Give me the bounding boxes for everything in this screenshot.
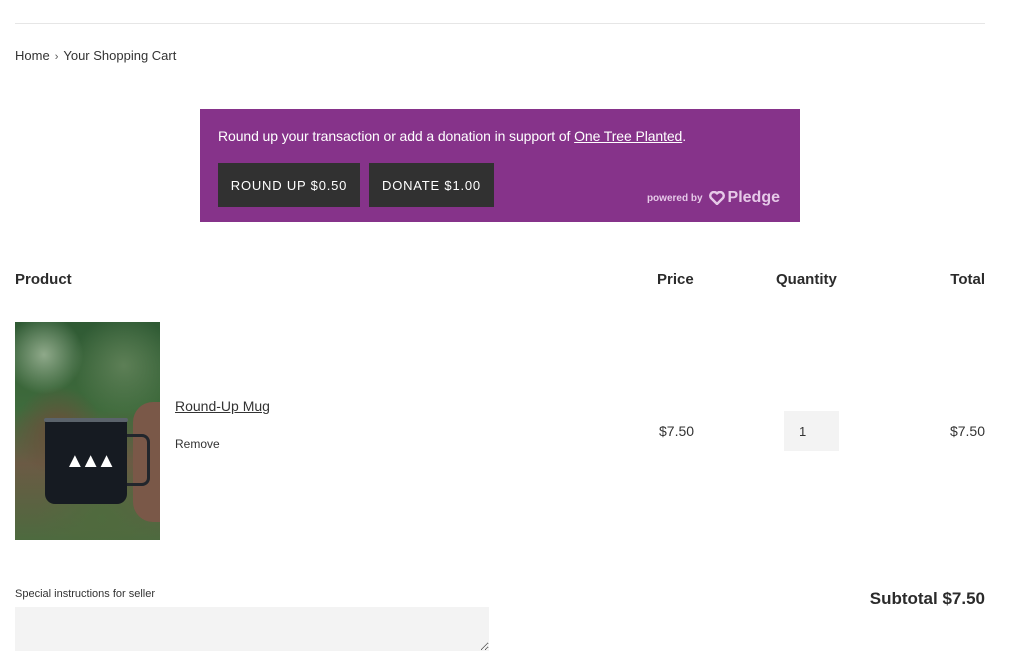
instructions-textarea[interactable]	[15, 607, 489, 651]
pledge-donation-banner: Round up your transaction or add a donat…	[200, 109, 800, 222]
cart-subtotal: Subtotal $7.50	[869, 589, 985, 608]
heart-icon	[708, 191, 725, 205]
pledge-logo: Pledge	[727, 189, 780, 206]
powered-by-text: powered by	[646, 192, 703, 204]
charity-link[interactable]: One Tree Planted	[574, 128, 682, 144]
breadcrumb: Home › Your Shopping Cart	[15, 48, 176, 63]
item-total: $7.50	[949, 423, 985, 439]
round-up-button[interactable]: ROUND UP $0.50	[218, 163, 360, 207]
pledge-message: Round up your transaction or add a donat…	[218, 128, 686, 144]
quantity-input[interactable]	[784, 411, 839, 451]
mug-handle	[125, 434, 150, 486]
product-image[interactable]: ▲▲▲	[15, 322, 160, 540]
item-price: $7.50	[659, 423, 695, 439]
remove-item-link[interactable]: Remove	[175, 437, 220, 451]
pledge-message-text: Round up your transaction or add a donat…	[218, 128, 575, 144]
pledge-message-end: .	[682, 128, 687, 144]
header-quantity: Quantity	[776, 271, 837, 288]
header-price: Price	[657, 271, 694, 288]
mug-rim	[44, 418, 128, 422]
powered-by-pledge: powered by Pledge	[647, 189, 780, 207]
header-divider	[15, 23, 985, 24]
header-product: Product	[15, 271, 72, 288]
breadcrumb-current: Your Shopping Cart	[63, 48, 177, 63]
breadcrumb-separator-icon: ›	[54, 51, 59, 63]
product-name-link[interactable]: Round-Up Mug	[175, 398, 270, 414]
tree-icon: ▲▲▲	[65, 450, 116, 472]
breadcrumb-home[interactable]: Home	[15, 48, 50, 63]
donate-button[interactable]: DONATE $1.00	[369, 163, 494, 207]
header-total: Total	[950, 271, 985, 288]
instructions-label: Special instructions for seller	[15, 588, 156, 600]
